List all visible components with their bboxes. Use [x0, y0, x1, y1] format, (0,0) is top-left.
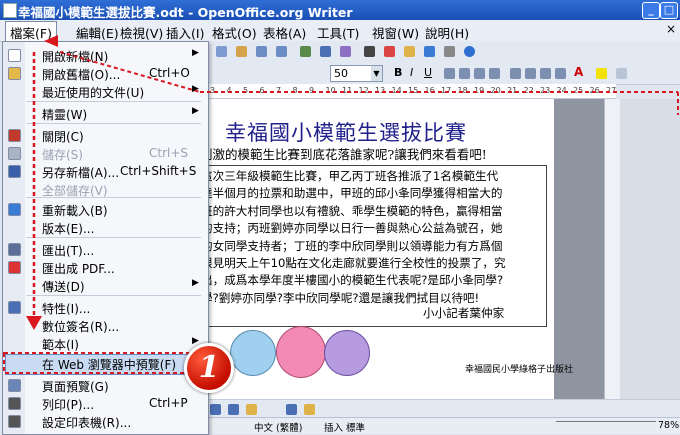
annotation-arrowhead-left: [44, 35, 58, 47]
annotation-highlight-box: [3, 352, 197, 374]
annotation-overlay: [3, 35, 679, 374]
step-badge: 1: [184, 343, 234, 393]
annotation-arrowhead-down: [26, 316, 42, 330]
annotation-dashed-line: [59, 51, 201, 93]
